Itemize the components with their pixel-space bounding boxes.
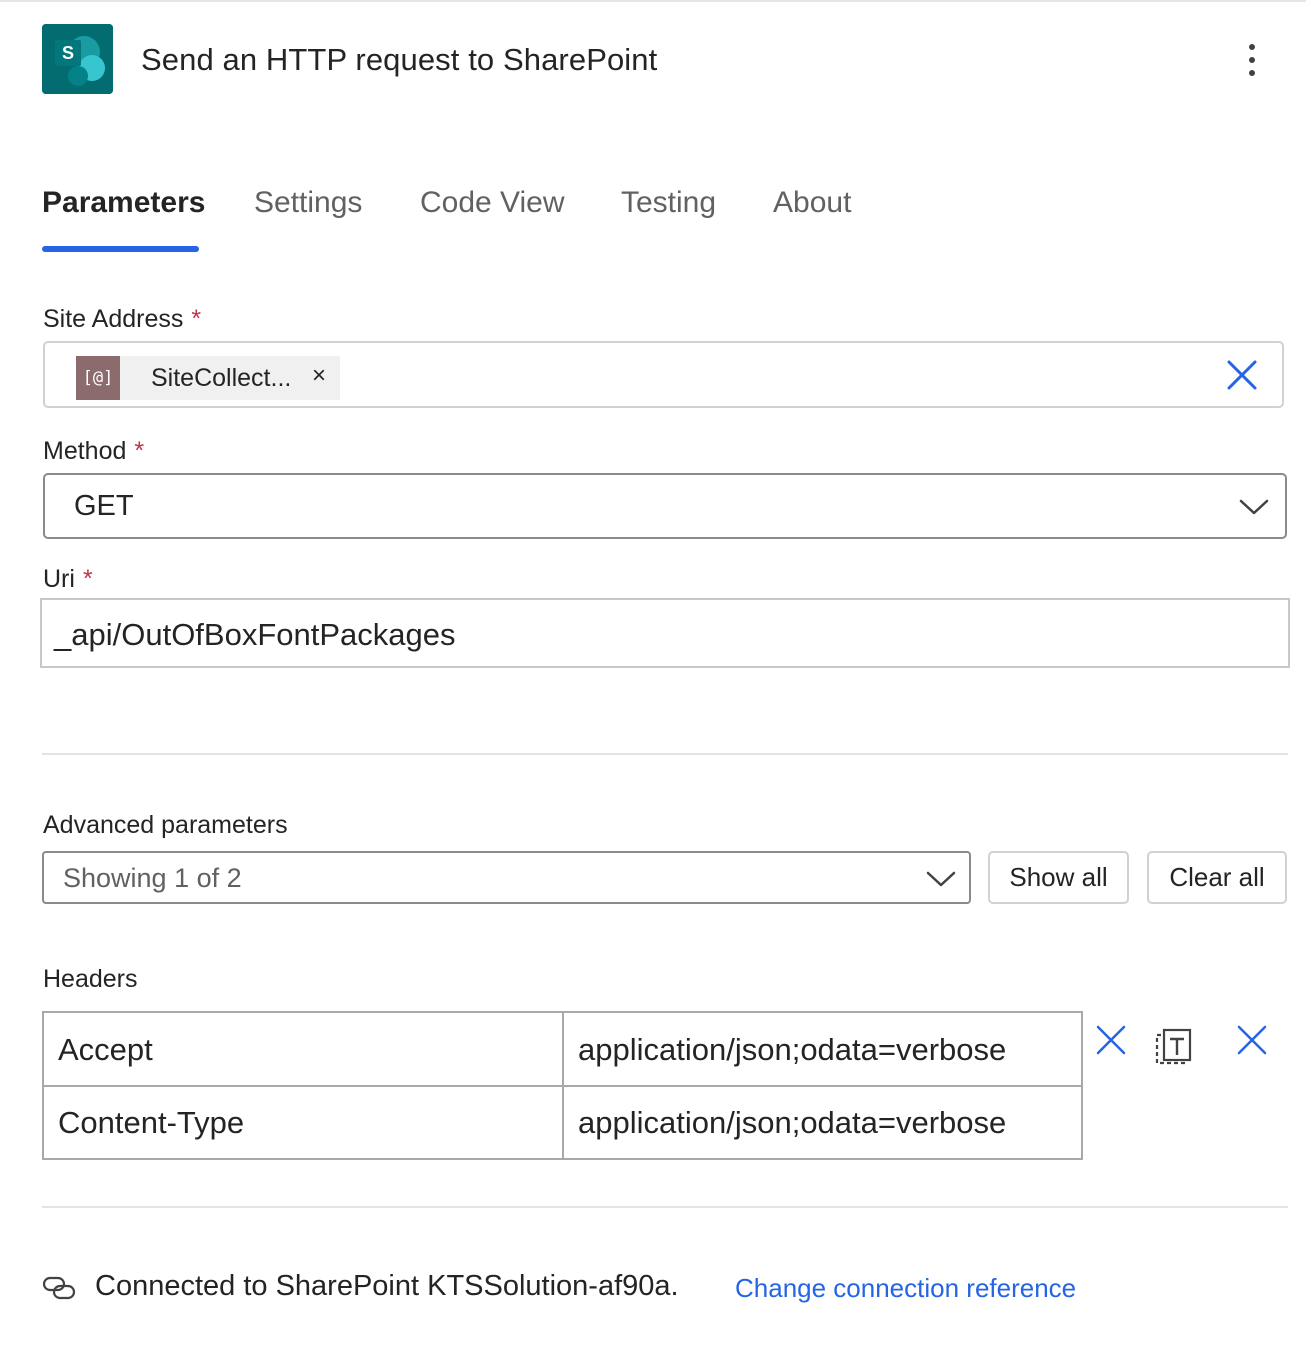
header-key: Content-Type <box>58 1105 245 1140</box>
tab-code-view[interactable]: Code View <box>420 186 565 220</box>
advanced-parameters-label: Advanced parameters <box>43 811 288 839</box>
top-border <box>0 0 1306 2</box>
uri-value: _api/OutOfBoxFontPackages <box>54 617 456 652</box>
token-remove-button[interactable]: × <box>312 362 326 390</box>
section-divider <box>42 1206 1288 1208</box>
method-dropdown[interactable]: GET <box>43 473 1287 539</box>
more-options-button[interactable] <box>1236 38 1268 82</box>
required-marker: * <box>82 565 93 593</box>
clear-all-button[interactable]: Clear all <box>1147 851 1287 904</box>
header-value: application/json;odata=verbose <box>578 1032 1007 1067</box>
action-title: Send an HTTP request to SharePoint <box>141 42 658 77</box>
required-marker: * <box>134 437 145 465</box>
tab-about[interactable]: About <box>773 186 851 220</box>
header-value-input[interactable]: application/json;odata=verbose <box>562 1085 1083 1160</box>
site-address-token[interactable]: [@] SiteCollect... × <box>76 356 340 400</box>
site-address-label: Site Address * <box>43 305 202 333</box>
header-value-input[interactable]: application/json;odata=verbose <box>562 1011 1083 1087</box>
tab-parameters[interactable]: Parameters <box>42 186 205 220</box>
switch-to-text-mode-icon[interactable] <box>1155 1027 1193 1065</box>
chevron-down-icon <box>1239 499 1269 515</box>
header-key: Accept <box>58 1032 153 1067</box>
required-marker: * <box>191 305 202 333</box>
header-key-input[interactable]: Content-Type <box>42 1085 564 1160</box>
clear-headers-icon[interactable] <box>1236 1024 1268 1056</box>
method-value: GET <box>74 490 134 522</box>
clear-field-icon[interactable] <box>1224 357 1260 393</box>
dynamic-content-icon: [@] <box>76 356 120 400</box>
sharepoint-icon: S <box>42 24 113 94</box>
change-connection-link[interactable]: Change connection reference <box>735 1273 1076 1304</box>
tab-testing[interactable]: Testing <box>621 186 716 220</box>
chevron-down-icon <box>926 871 956 887</box>
tab-settings[interactable]: Settings <box>254 186 362 220</box>
delete-row-icon[interactable] <box>1095 1024 1127 1056</box>
method-label: Method * <box>43 437 145 465</box>
more-vertical-icon <box>1249 44 1255 50</box>
active-tab-indicator <box>42 246 199 252</box>
advanced-parameters-value: Showing 1 of 2 <box>63 863 242 893</box>
svg-text:S: S <box>62 43 74 63</box>
advanced-parameters-dropdown[interactable]: Showing 1 of 2 <box>42 851 971 904</box>
show-all-button[interactable]: Show all <box>988 851 1129 904</box>
header-key-input[interactable]: Accept <box>42 1011 564 1087</box>
header-value: application/json;odata=verbose <box>578 1105 1007 1140</box>
section-divider <box>42 753 1288 755</box>
uri-label: Uri * <box>43 565 93 593</box>
uri-input[interactable]: _api/OutOfBoxFontPackages <box>40 598 1290 668</box>
connection-status: Connected to SharePoint KTSSolution-af90… <box>95 1270 679 1302</box>
link-icon <box>42 1276 76 1300</box>
headers-label: Headers <box>43 965 138 993</box>
site-address-field[interactable]: [@] SiteCollect... × <box>43 341 1284 408</box>
token-label: SiteCollect... <box>151 363 292 392</box>
